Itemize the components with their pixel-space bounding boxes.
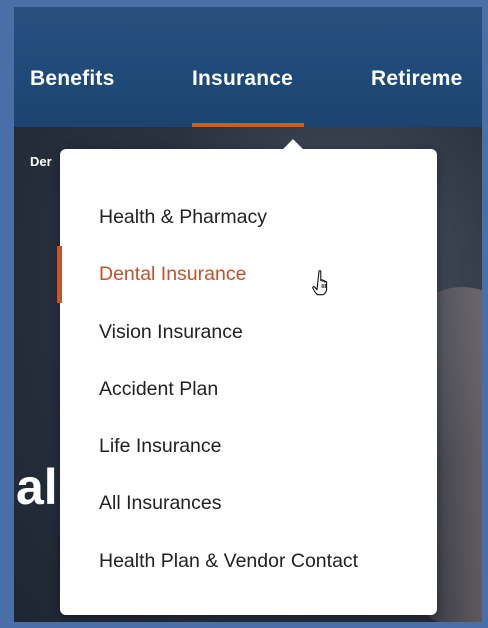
menu-item-label: Health & Pharmacy xyxy=(99,206,267,228)
pointer-hand-icon xyxy=(312,270,328,296)
menu-item-dental-insurance[interactable]: Dental Insurance xyxy=(57,246,437,304)
active-item-marker xyxy=(57,246,62,304)
app-frame: Benefits Insurance Retireme Der al Healt… xyxy=(0,0,488,628)
breadcrumb[interactable]: Der xyxy=(30,154,52,169)
menu-item-label: Accident Plan xyxy=(99,377,219,400)
nav-item-retirement[interactable]: Retireme xyxy=(371,67,462,91)
menu-item-health-plan-vendor-contact[interactable]: Health Plan & Vendor Contact xyxy=(60,533,437,590)
nav-item-insurance[interactable]: Insurance xyxy=(192,67,293,91)
dropdown-list: Health & Pharmacy Dental Insurance Visio… xyxy=(57,189,437,590)
menu-item-label: Health Plan & Vendor Contact xyxy=(99,549,359,572)
menu-item-life-insurance[interactable]: Life Insurance xyxy=(60,418,437,475)
menu-item-label: Life Insurance xyxy=(99,435,222,458)
menu-item-label: All Insurances xyxy=(99,492,222,515)
nav-item-benefits[interactable]: Benefits xyxy=(30,67,114,91)
top-navigation: Benefits Insurance Retireme xyxy=(14,7,482,127)
menu-item-all-insurances[interactable]: All Insurances xyxy=(60,475,437,532)
menu-item-label: Dental Insurance xyxy=(99,263,247,286)
menu-item-accident-plan[interactable]: Accident Plan xyxy=(60,361,437,418)
insurance-dropdown-menu: Health & Pharmacy Dental Insurance Visio… xyxy=(57,139,437,615)
hero-heading: al xyxy=(16,459,58,515)
menu-item-health-pharmacy[interactable]: Health & Pharmacy xyxy=(60,189,437,246)
menu-item-label: Vision Insurance xyxy=(99,320,243,343)
menu-item-vision-insurance[interactable]: Vision Insurance xyxy=(60,304,437,361)
